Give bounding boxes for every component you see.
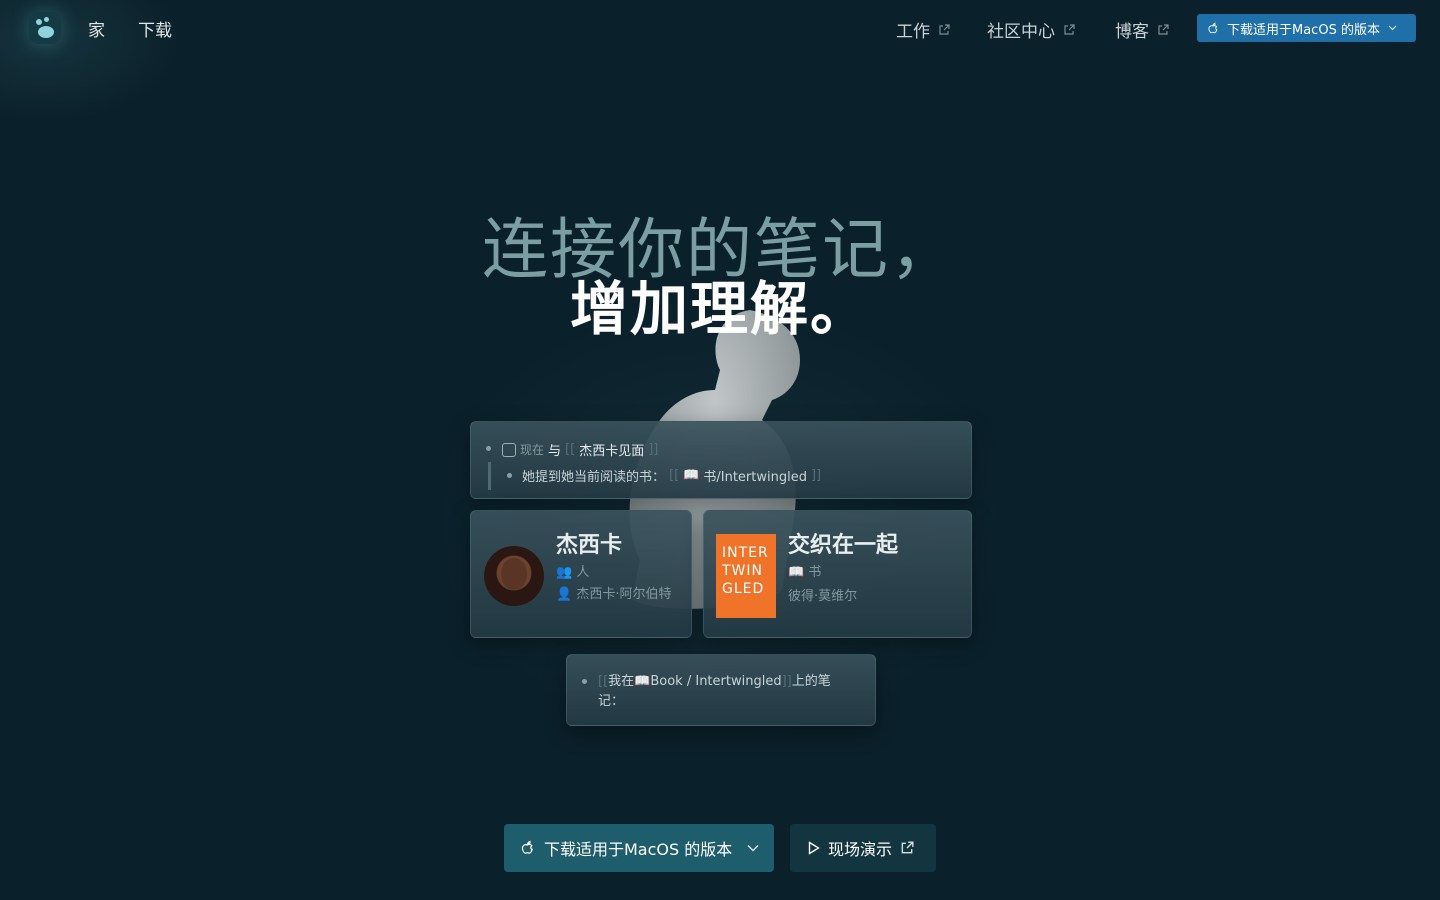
person-type: 👥 人 — [556, 561, 589, 580]
header-download-button[interactable]: 下载适用于MacOS 的版本 — [1197, 14, 1416, 42]
bracket-close: ]] — [648, 442, 659, 457]
avatar-face — [501, 558, 527, 590]
book-title: 交织在一起 — [788, 533, 899, 558]
apple-icon — [521, 840, 533, 854]
book-card[interactable]: INTER TWIN GLED 交织在一起 📖 书 彼得·莫维尔 — [703, 510, 972, 638]
nav-community[interactable]: 社区中心 — [987, 17, 1075, 42]
download-button[interactable]: 下载适用于MacOS 的版本 — [504, 824, 774, 872]
people-icon: 👥 — [556, 565, 573, 580]
avatar — [484, 546, 544, 606]
download-button-label: 下载适用于MacOS 的版本 — [544, 840, 733, 859]
task-checkbox[interactable] — [502, 442, 516, 457]
bullet — [486, 446, 491, 451]
nav-blog-label: 博客 — [1115, 22, 1149, 42]
nav-blog[interactable]: 博客 — [1115, 17, 1169, 42]
note-card: 现在 与 [[杰西卡见面]] 她提到她当前阅读的书： [[ 📖 书/Intert… — [470, 421, 972, 499]
apple-icon — [1208, 21, 1218, 33]
live-demo-label: 现场演示 — [828, 840, 893, 859]
logo-dot — [44, 17, 49, 22]
external-link-icon — [901, 841, 914, 854]
book-cover-line: TWIN — [722, 563, 763, 579]
indent-guide — [488, 462, 491, 490]
bracket-open: [[ — [565, 442, 576, 457]
book-author: 彼得·莫维尔 — [788, 589, 858, 604]
bracket-open: [[ — [598, 674, 609, 689]
chevron-down-icon — [1388, 25, 1397, 31]
chevron-down-icon — [747, 844, 759, 852]
person-card[interactable]: 杰西卡 👥 人 👤 杰西卡·阿尔伯特 — [470, 510, 692, 638]
live-demo-button[interactable]: 现场演示 — [790, 824, 936, 872]
logo-dot — [36, 19, 42, 25]
logo-dot — [38, 26, 54, 38]
bullet — [582, 679, 587, 684]
notes-text: [[我在📖Book / Intertwingled]]上的笔 记： — [598, 672, 858, 712]
hero-title-line2: 增加理解。 — [569, 275, 870, 343]
person-title: 杰西卡 — [556, 533, 623, 558]
note-text: 与 — [548, 444, 562, 459]
person-type-label: 人 — [576, 565, 590, 580]
notes-prefix: 我在 — [608, 674, 635, 689]
notes-suffix-2: 记： — [598, 694, 625, 709]
note-text: 她提到她当前阅读的书： — [522, 470, 666, 485]
nav-home[interactable]: 家 — [88, 16, 105, 41]
book-type-label: 书 — [808, 565, 822, 580]
nav-work-label: 工作 — [896, 22, 930, 42]
nav-download[interactable]: 下载 — [138, 16, 172, 41]
page-link-jessica[interactable]: 杰西卡见面 — [579, 440, 644, 459]
external-link-icon — [1064, 23, 1075, 35]
book-cover: INTER TWIN GLED — [716, 534, 776, 618]
bracket-close: ]] — [810, 468, 822, 483]
person-detail: 👤 杰西卡·阿尔伯特 — [556, 585, 676, 605]
book-cover-line: INTER — [722, 545, 769, 561]
bullet — [507, 473, 512, 478]
header-download-label: 下载适用于MacOS 的版本 — [1227, 22, 1380, 38]
nav-work[interactable]: 工作 — [896, 17, 950, 42]
logo[interactable] — [29, 12, 61, 44]
person-detail-label: 杰西卡·阿尔伯特 — [576, 587, 672, 602]
book-icon: 📖 — [683, 468, 700, 483]
book-icon: 📖 — [634, 674, 651, 689]
nav-community-label: 社区中心 — [987, 22, 1055, 42]
note-line-1: 现在 与 [[杰西卡见面]] — [502, 440, 658, 459]
notes-card: [[我在📖Book / Intertwingled]]上的笔 记： — [566, 654, 876, 726]
play-icon — [808, 841, 820, 855]
notes-suffix: 上的笔 — [791, 674, 831, 689]
book-icon: 📖 — [788, 565, 805, 580]
book-cover-line: GLED — [722, 581, 765, 597]
external-link-icon — [939, 23, 950, 35]
header: 家 下载 工作 社区中心 博客 下载适用于MacOS 的版本 — [0, 0, 1440, 56]
bracket-open: [[ — [669, 468, 680, 483]
page-link-book[interactable]: Book / Intertwingled — [650, 674, 781, 689]
note-line-2: 她提到她当前阅读的书： [[ 📖 书/Intertwingled]] — [522, 466, 821, 485]
page-link-book[interactable]: 书/Intertwingled — [703, 466, 807, 485]
bracket-close: ]] — [781, 674, 792, 689]
task-marker: 现在 — [520, 443, 545, 457]
external-link-icon — [1158, 23, 1169, 35]
person-icon: 👤 — [556, 587, 573, 602]
book-type: 📖 书 — [788, 561, 821, 580]
